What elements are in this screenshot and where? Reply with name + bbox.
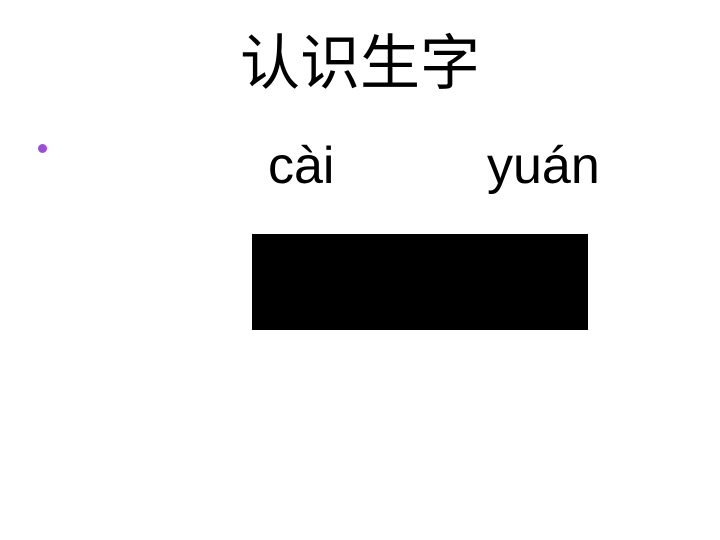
bullet-dot	[38, 144, 47, 153]
slide-title: 认识生字	[240, 29, 480, 99]
pinyin-yuan: yuán	[487, 137, 600, 195]
pinyin-cai: cài	[268, 137, 335, 195]
character-block	[252, 234, 588, 330]
slide: 认识生字 cài yuán	[0, 0, 720, 540]
